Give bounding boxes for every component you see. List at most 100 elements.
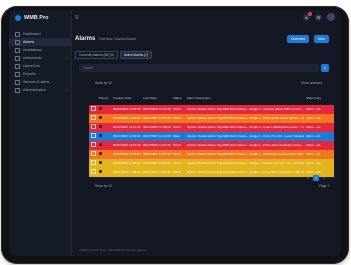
row-checkbox[interactable] <box>91 151 96 157</box>
sidebar-item-sensors-alerts[interactable]: Sensors & alerts <box>9 78 71 86</box>
column-header[interactable]: Creation Date <box>111 92 141 105</box>
table-row[interactable]: 06/17/2023 14:13:03 06/17/2023 14:00:03 Pe… <box>89 123 334 132</box>
menu-toggle-icon[interactable]: ≡ <box>75 15 79 21</box>
column-header[interactable]: Last Alarm <box>141 92 171 105</box>
table-cell: 06/17/2023 14:00:01 <box>113 134 141 139</box>
priority-cell <box>97 134 111 138</box>
table-cell: 06/17/2023 14:00:03 <box>143 125 171 130</box>
page-size-select[interactable]: Show by 10 <box>95 184 112 188</box>
brand-name: WMB Pro <box>24 15 49 21</box>
pagination: <1 > <box>305 175 327 181</box>
column-header[interactable]: Statut Care <box>304 92 334 105</box>
tab-current-alarms[interactable]: Currently Alarms (50) (0) <box>75 51 118 59</box>
footer-text: WMB Pro 2023 © 2023 - 2024 WMB Pro All r… <box>79 249 147 252</box>
priority-dot-icon <box>99 170 102 174</box>
column-header[interactable] <box>89 92 97 105</box>
table-row[interactable]: 06/17/2023 14:00:03 06/17/2023 14:09:39 Pe… <box>89 150 334 159</box>
table-row[interactable]: 06/17/2023 14:00:35 06/17/2023 13:43:35 Pe… <box>89 105 334 114</box>
notifications-icon[interactable]: ● <box>303 11 312 21</box>
table-cell: 06/17/2023 14:08:41 <box>143 161 171 166</box>
table-cell: Pendi <box>173 116 181 121</box>
new-button[interactable]: New <box>314 35 329 43</box>
sidebar-item-dashboard[interactable]: Dashboard <box>9 30 71 38</box>
next-page-button[interactable]: > <box>321 175 327 181</box>
overview-button[interactable]: Overview <box>287 35 310 43</box>
priority-cell <box>97 107 111 111</box>
table-row[interactable]: 06/17/2023 14:00:02 06/17/2023 14:04:09 Pe… <box>89 114 334 123</box>
sidebar: WMB Pro Dashboard Alarms Installations Inst… <box>9 10 72 256</box>
table-cell: System Default Alarm Tag 2018 Alarm Name… <box>187 161 304 166</box>
row-checkbox[interactable] <box>91 169 96 175</box>
table-row[interactable]: 06/17/2023 14:00:01 06/17/2023 14:13:08 Ma… <box>89 132 334 141</box>
search-button[interactable]: ⌕ <box>321 64 329 72</box>
nav-icon <box>15 79 20 85</box>
settings-icon[interactable]: ⚙ <box>315 13 322 21</box>
table-cell: 06/17/2023 14:08:43 <box>143 170 171 175</box>
table-cell: Alarm - AA <box>306 152 321 157</box>
sidebar-nav: Dashboard Alarms Installations Instruments ▾… <box>9 30 71 94</box>
column-header[interactable]: Alarm Description <box>185 92 304 105</box>
table-cell: System Default Alarm Tag 2018 Alarm Name… <box>187 170 304 175</box>
sidebar-item-label: Dashboard <box>23 32 41 36</box>
select-cell <box>89 106 97 112</box>
row-checkbox[interactable] <box>91 160 96 166</box>
table-row[interactable]: 06/17/2023 14:08:43 06/17/2023 14:08:43 Pe… <box>89 168 334 177</box>
sidebar-item-label: Instruments <box>23 56 42 60</box>
table-cell: 06/17/2023 13:43:35 <box>143 107 171 112</box>
select-cell <box>89 169 97 175</box>
table-cell: Alarm - AA <box>306 170 321 175</box>
chevron-down-icon: ▾ <box>65 56 67 60</box>
row-checkbox[interactable] <box>91 142 96 148</box>
tab-active-alarms[interactable]: Active Alarms (7) <box>119 51 152 59</box>
row-checkbox[interactable] <box>91 115 96 121</box>
row-checkbox[interactable] <box>91 124 96 130</box>
sidebar-item-administration[interactable]: Administration ▾ <box>9 86 71 94</box>
tablet-frame: WMB Pro Dashboard Alarms Installations Inst… <box>1 6 349 264</box>
table-row[interactable]: 06/17/2023 14:08:41 06/17/2023 14:08:41 Pe… <box>89 159 334 168</box>
search-input[interactable]: Search <box>79 64 319 72</box>
sidebar-item-installations[interactable]: Installations <box>9 46 71 54</box>
priority-dot-icon <box>99 116 102 120</box>
column-header[interactable]: Status <box>171 92 185 105</box>
row-checkbox[interactable] <box>91 133 96 139</box>
priority-cell <box>97 170 111 174</box>
table-cell: Pendi <box>173 143 181 148</box>
table-cell: Alarm - AA <box>306 134 321 139</box>
table-cell: Pendi <box>173 161 181 166</box>
sidebar-item-reports[interactable]: Reports <box>9 70 71 78</box>
row-checkbox[interactable] <box>91 106 96 112</box>
sidebar-item-alarms[interactable]: Alarms <box>9 38 71 46</box>
page-indicator: Page 1 <box>319 184 330 188</box>
sidebar-item-users-con[interactable]: Users/Con <box>9 62 71 70</box>
priority-dot-icon <box>99 134 102 138</box>
table-cell: Mate <box>173 134 180 139</box>
page-button[interactable]: 1 <box>313 175 319 181</box>
nav-icon <box>15 39 20 45</box>
table-cell: 06/17/2023 14:13:08 <box>143 134 171 139</box>
alarm-table: 06/17/2023 14:00:35 06/17/2023 13:43:35 Pe… <box>89 105 334 177</box>
table-cell: System Default Alarm Tag 2018 Alarm Name… <box>187 107 304 112</box>
table-cell: 06/17/2023 14:07:35 <box>143 143 171 148</box>
table-cell: System Default Alarm Tag 2018 Alarm Name… <box>187 116 304 121</box>
prev-page-button[interactable]: < <box>305 175 311 181</box>
show-by-select[interactable]: Show by 10 <box>95 81 112 85</box>
brand[interactable]: WMB Pro <box>9 10 71 26</box>
priority-cell <box>97 161 111 165</box>
table-cell: 06/17/2023 14:00:35 <box>113 107 141 112</box>
select-cell <box>89 160 97 166</box>
priority-cell <box>97 125 111 129</box>
topbar: ≡ ● ⚙ <box>71 10 341 26</box>
select-cell <box>89 115 97 121</box>
avatar[interactable] <box>327 13 335 21</box>
table-cell: Alarm - AA <box>306 125 321 130</box>
table-cell: 06/17/2023 14:10:36 <box>113 143 141 148</box>
page-title-block: Alarms Overview / Alarms Board <box>75 36 136 42</box>
table-row[interactable]: 06/17/2023 14:10:36 06/17/2023 14:07:35 Pe… <box>89 141 334 150</box>
sidebar-item-instruments[interactable]: Instruments ▾ <box>9 54 71 62</box>
notification-badge <box>308 11 312 16</box>
table-cell: 06/17/2023 14:13:03 <box>113 125 141 130</box>
show-archived-toggle[interactable]: Show archived <box>301 81 322 85</box>
sidebar-item-label: Alarms <box>23 40 35 44</box>
table-cell: 06/17/2023 14:04:09 <box>143 116 171 121</box>
column-header[interactable]: Priority <box>97 92 111 105</box>
